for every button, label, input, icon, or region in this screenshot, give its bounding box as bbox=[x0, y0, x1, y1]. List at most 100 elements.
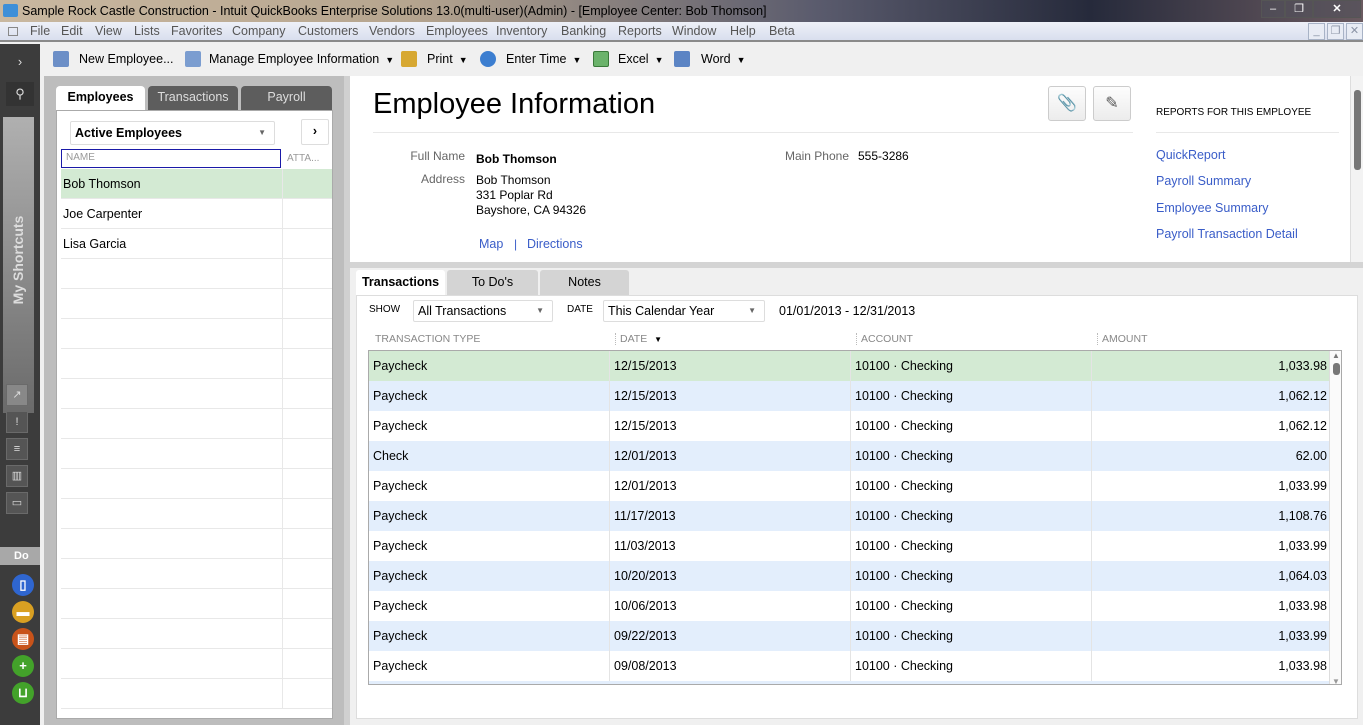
employee-row[interactable] bbox=[61, 499, 332, 529]
menu-inventory[interactable]: Inventory bbox=[496, 24, 547, 38]
window-icon[interactable]: ▭ bbox=[6, 492, 28, 514]
menu-beta[interactable]: Beta bbox=[769, 24, 795, 38]
employee-row[interactable]: Lisa Garcia bbox=[61, 229, 332, 259]
mdi-minimize-button[interactable]: _ bbox=[1308, 23, 1325, 40]
column-header-name[interactable]: NAME bbox=[61, 149, 281, 168]
directions-link[interactable]: Directions bbox=[527, 237, 583, 251]
employee-filter-dropdown[interactable]: Active Employees ▼ bbox=[70, 121, 275, 145]
transaction-row[interactable]: Paycheck 10/06/2013 10100 · Checking 1,033.… bbox=[369, 591, 1329, 621]
system-menu-icon[interactable] bbox=[8, 27, 18, 36]
info-scrollbar[interactable] bbox=[1350, 76, 1363, 262]
tab-payroll[interactable]: Payroll bbox=[241, 86, 332, 110]
menu-lists[interactable]: Lists bbox=[134, 24, 160, 38]
transaction-row[interactable]: Paycheck 12/15/2013 10100 · Checking 1,062.… bbox=[369, 411, 1329, 441]
employee-row[interactable] bbox=[61, 649, 332, 679]
transaction-row[interactable]: Check 12/01/2013 10100 · Checking 62.00 bbox=[369, 441, 1329, 471]
tab-todos[interactable]: To Do's bbox=[447, 270, 538, 295]
column-header-amount[interactable]: AMOUNT bbox=[1097, 333, 1148, 345]
column-header-date[interactable]: DATE ▼ bbox=[615, 333, 662, 345]
add-icon[interactable]: + bbox=[12, 655, 34, 677]
check-print-icon[interactable]: ▤ bbox=[12, 628, 34, 650]
employee-row[interactable]: Bob Thomson bbox=[61, 169, 332, 199]
mdi-close-button[interactable]: ✕ bbox=[1346, 23, 1363, 40]
menu-favorites[interactable]: Favorites bbox=[171, 24, 222, 38]
menu-edit[interactable]: Edit bbox=[61, 24, 83, 38]
chart-icon[interactable]: ▥ bbox=[6, 465, 28, 487]
menu-customers[interactable]: Customers bbox=[298, 24, 358, 38]
show-filter-dropdown[interactable]: All Transactions ▼ bbox=[413, 300, 553, 322]
print-button[interactable]: Print ▼ bbox=[427, 52, 468, 66]
transaction-row[interactable]: Paycheck 11/03/2013 10100 · Checking 1,033.… bbox=[369, 531, 1329, 561]
transaction-row[interactable]: Paycheck 12/15/2013 10100 · Checking 1,062.… bbox=[369, 381, 1329, 411]
menu-window[interactable]: Window bbox=[672, 24, 716, 38]
tab-transactions[interactable]: Transactions bbox=[148, 86, 238, 110]
map-link[interactable]: Map bbox=[479, 237, 503, 251]
employee-row[interactable] bbox=[61, 319, 332, 349]
menu-view[interactable]: View bbox=[95, 24, 122, 38]
employee-row[interactable] bbox=[61, 589, 332, 619]
employee-row[interactable] bbox=[61, 379, 332, 409]
employee-row[interactable] bbox=[61, 469, 332, 499]
employee-row[interactable] bbox=[61, 439, 332, 469]
tab-employees[interactable]: Employees bbox=[56, 86, 145, 110]
menu-file[interactable]: File bbox=[30, 24, 50, 38]
mobile-icon[interactable]: ▯ bbox=[12, 574, 34, 596]
transaction-row[interactable]: Paycheck 12/01/2013 10100 · Checking 1,033.… bbox=[369, 471, 1329, 501]
employee-row[interactable] bbox=[61, 259, 332, 289]
table-scrollbar[interactable]: ▲ ▼ bbox=[1329, 351, 1341, 684]
calculator-list-icon[interactable]: ≡ bbox=[6, 438, 28, 460]
menu-help[interactable]: Help bbox=[730, 24, 756, 38]
enter-time-button[interactable]: Enter Time ▼ bbox=[506, 52, 581, 66]
transaction-row[interactable]: Paycheck 09/08/2013 10100 · Checking 1,033.… bbox=[369, 651, 1329, 681]
manage-employee-info-button[interactable]: Manage Employee Information ▼ bbox=[209, 52, 394, 66]
close-button[interactable]: ✕ bbox=[1313, 0, 1361, 18]
excel-button[interactable]: Excel ▼ bbox=[618, 52, 664, 66]
menu-company[interactable]: Company bbox=[232, 24, 286, 38]
minimize-button[interactable]: – bbox=[1261, 0, 1285, 18]
mdi-restore-button[interactable]: ❐ bbox=[1327, 23, 1344, 40]
word-button[interactable]: Word ▼ bbox=[701, 52, 746, 66]
employee-row[interactable] bbox=[61, 559, 332, 589]
shopping-cart-icon[interactable]: ⊔ bbox=[12, 682, 34, 704]
tab-transactions-detail[interactable]: Transactions bbox=[356, 270, 445, 295]
my-shortcuts-button[interactable]: My Shortcuts bbox=[3, 117, 34, 413]
tab-notes[interactable]: Notes bbox=[540, 270, 629, 295]
employee-row[interactable]: Joe Carpenter bbox=[61, 199, 332, 229]
attach-button[interactable]: 📎 bbox=[1048, 86, 1086, 121]
edit-button[interactable]: ✎ bbox=[1093, 86, 1131, 121]
transaction-row[interactable]: Paycheck 11/17/2013 10100 · Checking 1,108.… bbox=[369, 501, 1329, 531]
column-header-attachments[interactable]: ATTA... bbox=[287, 151, 319, 167]
scrollbar-thumb[interactable] bbox=[1333, 363, 1340, 375]
scrollbar-thumb[interactable] bbox=[1354, 90, 1361, 170]
transaction-row[interactable]: Paycheck 09/22/2013 10100 · Checking 1,033.… bbox=[369, 621, 1329, 651]
transaction-row[interactable]: Paycheck 10/20/2013 10100 · Checking 1,064.… bbox=[369, 561, 1329, 591]
report-link-payroll-transaction-detail[interactable]: Payroll Transaction Detail bbox=[1156, 227, 1298, 241]
scroll-up-icon[interactable]: ▲ bbox=[1332, 351, 1340, 360]
menu-reports[interactable]: Reports bbox=[618, 24, 662, 38]
alert-icon[interactable]: ! bbox=[6, 411, 28, 433]
employee-row[interactable] bbox=[61, 349, 332, 379]
menu-employees[interactable]: Employees bbox=[426, 24, 488, 38]
employee-row[interactable] bbox=[61, 529, 332, 559]
employee-row[interactable] bbox=[61, 679, 332, 709]
search-icon[interactable]: ⚲ bbox=[6, 82, 34, 106]
expand-panel-button[interactable]: › bbox=[301, 119, 329, 145]
expand-chevron-icon[interactable]: › bbox=[6, 50, 34, 74]
employee-row[interactable] bbox=[61, 409, 332, 439]
report-link-employee-summary[interactable]: Employee Summary bbox=[1156, 201, 1269, 215]
menu-banking[interactable]: Banking bbox=[561, 24, 606, 38]
employee-row[interactable] bbox=[61, 619, 332, 649]
report-link-payroll-summary[interactable]: Payroll Summary bbox=[1156, 174, 1251, 188]
scroll-down-icon[interactable]: ▼ bbox=[1332, 677, 1340, 684]
new-employee-button[interactable]: New Employee... bbox=[79, 52, 173, 66]
credit-card-icon[interactable]: ▬ bbox=[12, 601, 34, 623]
restore-button[interactable]: ❐ bbox=[1285, 0, 1313, 18]
transaction-row[interactable]: Paycheck 12/15/2013 10100 · Checking 1,033.… bbox=[369, 351, 1329, 381]
date-filter-dropdown[interactable]: This Calendar Year ▼ bbox=[603, 300, 765, 322]
employee-row[interactable] bbox=[61, 289, 332, 319]
report-link-quickreport[interactable]: QuickReport bbox=[1156, 148, 1225, 162]
open-window-icon[interactable]: ↗ bbox=[6, 384, 28, 406]
column-header-type[interactable]: TRANSACTION TYPE bbox=[375, 333, 480, 345]
column-header-account[interactable]: ACCOUNT bbox=[856, 333, 913, 345]
menu-vendors[interactable]: Vendors bbox=[369, 24, 415, 38]
